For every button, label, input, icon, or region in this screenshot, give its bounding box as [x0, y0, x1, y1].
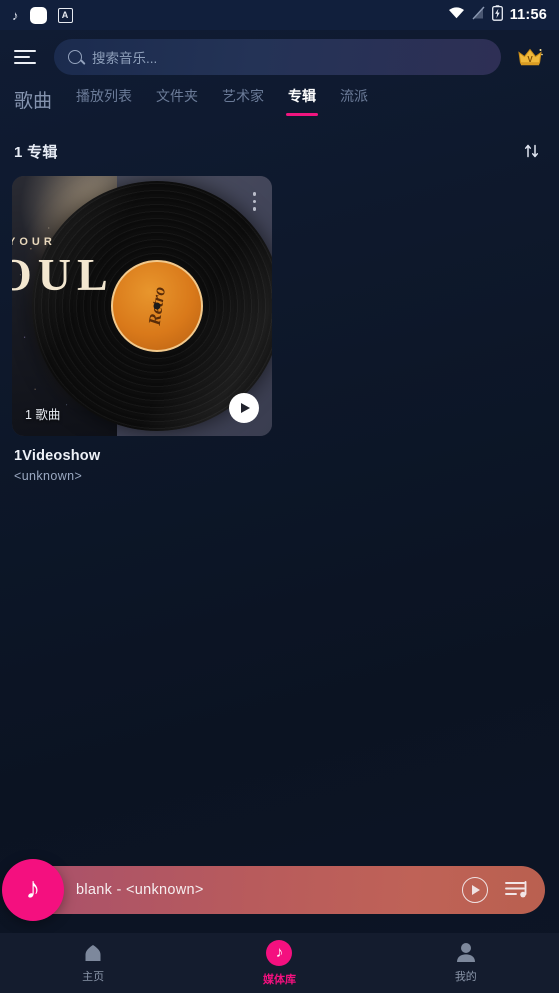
battery-charging-icon	[491, 4, 503, 26]
search-input[interactable]: 搜索音乐...	[54, 39, 501, 75]
art-text-main: OUL	[12, 249, 114, 300]
library-music-icon: ♪	[266, 939, 293, 966]
person-icon	[455, 942, 477, 963]
section-header: 1 专辑	[0, 130, 559, 172]
album-artwork[interactable]: YOUR OUL Retro 1 歌曲	[12, 176, 272, 436]
tab-songs[interactable]: 歌曲	[12, 84, 54, 123]
tab-genres[interactable]: 流派	[338, 84, 370, 116]
svg-text:V: V	[527, 55, 533, 64]
search-icon	[68, 50, 82, 64]
status-bar-clock: 11:56	[509, 7, 547, 23]
queue-music-icon[interactable]	[505, 879, 529, 901]
vinyl-record-icon: Retro	[32, 181, 272, 431]
status-bar-left: ♪ A	[12, 6, 73, 24]
mini-player-album-icon[interactable]: ♪	[2, 859, 64, 921]
art-text-top: YOUR	[12, 236, 56, 248]
tab-folders[interactable]: 文件夹	[154, 84, 200, 116]
album-title: 1Videoshow	[14, 448, 101, 464]
tab-albums[interactable]: 专辑	[286, 84, 319, 116]
home-icon	[82, 943, 104, 963]
bottom-navigation: 主页 ♪ 媒体库 我的	[0, 933, 559, 993]
a-letter-icon: A	[57, 7, 73, 23]
nav-label-profile: 我的	[454, 971, 477, 983]
hamburger-menu-icon[interactable]	[14, 47, 40, 67]
nav-item-library[interactable]: ♪ 媒体库	[186, 939, 372, 987]
tab-playlists[interactable]: 播放列表	[74, 84, 134, 116]
vinyl-center-hole	[153, 302, 161, 310]
library-tabs: 歌曲 播放列表 文件夹 艺术家 专辑 流派	[0, 84, 559, 130]
signal-off-icon	[472, 6, 485, 25]
more-vertical-icon[interactable]	[250, 189, 260, 214]
album-count-label: 1 专辑	[14, 143, 58, 161]
search-placeholder: 搜索音乐...	[92, 51, 158, 66]
library-note-glyph: ♪	[275, 943, 284, 961]
play-triangle	[240, 403, 250, 413]
album-artist: <unknown>	[14, 469, 83, 483]
nav-label-library: 媒体库	[262, 973, 296, 986]
mini-player-controls	[462, 877, 529, 903]
music-note-icon: ♪	[12, 7, 19, 23]
sort-icon[interactable]	[519, 138, 545, 164]
nav-item-home[interactable]: 主页	[0, 943, 186, 984]
nav-item-profile[interactable]: 我的	[373, 942, 559, 984]
wifi-icon	[448, 6, 465, 24]
mini-player[interactable]: ♪ blank - <unknown>	[2, 859, 545, 921]
status-bar-right: 11:56	[448, 4, 547, 26]
nav-label-home: 主页	[82, 970, 105, 983]
crown-icon[interactable]: V	[515, 43, 545, 71]
app-root: ♪ A 11:56 搜索音乐... V 歌曲 播放列表 文件夹 艺术家 专辑 流…	[0, 0, 559, 993]
album-meta: 1Videoshow <unknown>	[12, 436, 272, 483]
play-circle-icon[interactable]	[462, 877, 488, 903]
play-icon[interactable]	[229, 393, 259, 423]
song-count-badge: 1 歌曲	[25, 408, 61, 422]
top-bar: 搜索音乐... V	[0, 30, 559, 84]
album-card[interactable]: YOUR OUL Retro 1 歌曲	[12, 176, 272, 483]
status-bar: ♪ A 11:56	[0, 0, 559, 30]
music-note-icon: ♪	[25, 871, 41, 905]
white-square-icon	[29, 6, 47, 24]
play-triangle	[472, 885, 480, 895]
tab-artists[interactable]: 艺术家	[220, 84, 266, 116]
now-playing-label: blank - <unknown>	[76, 882, 204, 898]
